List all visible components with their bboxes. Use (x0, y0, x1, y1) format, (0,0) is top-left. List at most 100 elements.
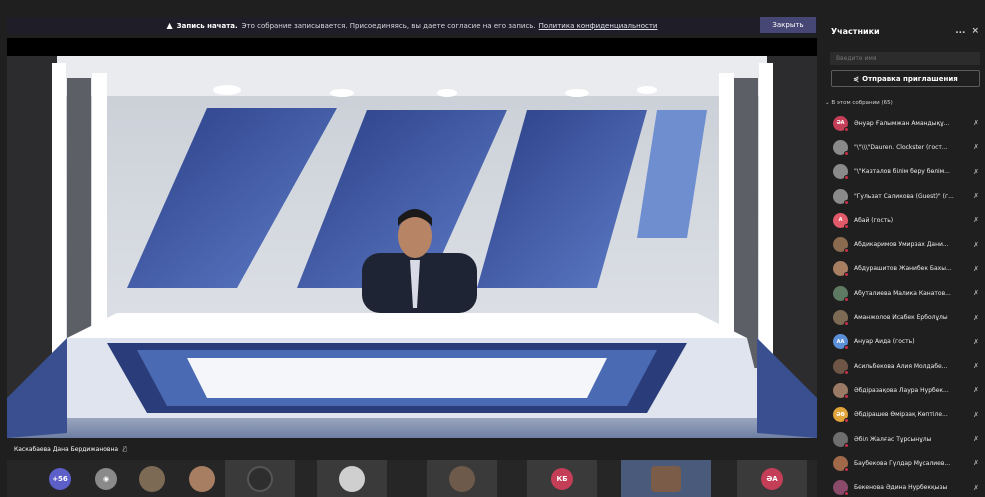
participant-name: Әнуар Ғалымжан Амандықұ... (854, 119, 950, 127)
avatar (833, 480, 849, 497)
presence-status-icon (844, 223, 849, 229)
overflow-tile[interactable]: +56 (45, 460, 75, 497)
participant-video-tile[interactable] (225, 460, 295, 497)
presence-status-icon (844, 466, 849, 472)
avatar (833, 285, 849, 302)
main-video-stage (7, 38, 817, 438)
participant-row[interactable]: Баубекова Гүлдар Мұсалиев... ✗ (820, 451, 985, 475)
panel-header: Участники ... × (820, 17, 985, 45)
participant-video-tile[interactable] (621, 460, 711, 497)
send-invite-label: Отправка приглашения (862, 74, 958, 83)
avatar (833, 382, 849, 399)
avatar: ӘА (833, 115, 849, 132)
participant-tile[interactable]: ◉ (91, 460, 121, 497)
mic-muted-icon: ✗ (973, 143, 979, 152)
mic-muted-icon: ✗ (973, 435, 979, 443)
participant-tile[interactable]: ӘА (737, 460, 807, 497)
participant-name: Аманжолов Исабек Ерболұлы (854, 314, 948, 322)
participant-strip: +56 ◉ КБ ӘА (7, 460, 817, 497)
avatar (833, 164, 849, 181)
presence-status-icon (844, 248, 849, 254)
participant-row[interactable]: Абдикаримов Умирзах Дани... ✗ (820, 232, 985, 256)
send-invite-button[interactable]: ⋞ Отправка приглашения (831, 70, 980, 87)
presence-status-icon (844, 442, 849, 448)
section-label: В этом собрании (65) (831, 100, 893, 106)
presence-status-icon (844, 345, 849, 351)
initials-avatar: ӘА (761, 467, 783, 490)
mic-muted-icon: ✗ (973, 289, 979, 298)
close-banner-button[interactable]: Закрыть (760, 17, 816, 33)
privacy-policy-link[interactable]: Политика конфиденциальности (539, 22, 658, 30)
recording-message: Это собрание записывается. Присоединяясь… (241, 21, 536, 30)
in-meeting-section[interactable]: ⌄ В этом собрании (65) (825, 100, 985, 106)
participant-name: Абуталиева Малика Канатов... (854, 289, 951, 297)
participant-row[interactable]: Абдурашитов Жанибек Бахы... ✗ (820, 257, 985, 281)
mic-muted-icon: ✗ (973, 313, 979, 322)
participant-name: Баубекова Гүлдар Мұсалиев... (854, 459, 951, 467)
participant-row[interactable]: "\"\\\"Dauren. Clockster (гост... ✗ (820, 135, 985, 159)
mic-muted-icon: ✗ (973, 459, 979, 468)
participant-name: "\"Казталов білім беру бөлім... (854, 168, 950, 176)
avatar (833, 431, 849, 448)
panel-title: Участники (831, 26, 880, 36)
avatar (833, 358, 849, 375)
presence-status-icon (844, 491, 849, 497)
avatar (339, 465, 365, 492)
avatar: ◉ (95, 467, 117, 490)
mic-muted-icon: ✗ (973, 362, 979, 371)
participant-video-tile[interactable] (317, 460, 387, 497)
participant-tile[interactable] (135, 460, 169, 497)
mic-muted-icon: ✗ (973, 167, 979, 176)
participant-name: Ануар Аида (гость) (854, 338, 915, 346)
warning-icon: ▲ (166, 21, 173, 30)
mic-muted-icon: ✗ (973, 410, 979, 419)
participant-name: Әбіл Жалғас Тұрсынұлы (854, 435, 932, 443)
participant-video-tile[interactable] (427, 460, 497, 497)
avatar (247, 465, 273, 492)
participant-name: Әбдірашев Өмірзақ Көптіле... (854, 411, 948, 419)
participant-search-input[interactable] (830, 52, 980, 65)
avatar (139, 465, 165, 492)
initials-avatar: КБ (551, 467, 573, 490)
participant-row[interactable]: Әбдіразақова Лаура Нурбек... ✗ (820, 378, 985, 402)
avatar (189, 465, 215, 492)
avatar: АА (833, 334, 849, 351)
participant-row[interactable]: "\"Казталов білім беру бөлім... ✗ (820, 160, 985, 184)
mic-muted-icon: ✗ (973, 192, 979, 201)
presence-status-icon (844, 175, 849, 181)
avatar (651, 465, 681, 492)
participant-row[interactable]: А Абай (гость) ✗ (820, 208, 985, 232)
close-icon[interactable]: × (971, 26, 979, 36)
avatar (833, 139, 849, 156)
recording-banner: ▲ Запись начата. Это собрание записывает… (7, 17, 817, 34)
mic-muted-icon: ✗ (973, 216, 979, 225)
avatar (833, 188, 849, 205)
participant-row[interactable]: АА Ануар Аида (гость) ✗ (820, 330, 985, 354)
participant-row[interactable]: ӘА Әнуар Ғалымжан Амандықұ... ✗ (820, 111, 985, 135)
participant-name: Абай (гость) (854, 216, 894, 224)
participant-name: Әбдіразақова Лаура Нурбек... (854, 386, 949, 394)
mic-muted-icon: ✗ (973, 386, 979, 395)
presence-status-icon (844, 393, 849, 399)
presence-status-icon (844, 272, 849, 278)
participant-name: Абдикаримов Умирзах Дани... (854, 241, 949, 249)
participant-row[interactable]: "Гульзат Саликова (Guest)" (г... ✗ (820, 184, 985, 208)
participant-tile[interactable]: КБ (527, 460, 597, 497)
participant-name: Асильбекова Алия Молдабе... (854, 362, 948, 370)
mic-muted-icon: ✗ (973, 119, 979, 128)
presence-status-icon (844, 199, 849, 205)
avatar (833, 237, 849, 254)
more-options-icon[interactable]: ... (955, 26, 965, 36)
participant-row[interactable]: Аманжолов Исабек Ерболұлы ✗ (820, 305, 985, 329)
participant-row[interactable]: Әбіл Жалғас Тұрсынұлы ✗ (820, 427, 985, 451)
participant-row[interactable]: ӘӨ Әбдірашев Өмірзақ Көптіле... ✗ (820, 403, 985, 427)
teams-meeting-window: ▲ Запись начата. Это собрание записывает… (0, 0, 985, 497)
avatar (833, 310, 849, 327)
participant-row[interactable]: Бекенова Әдина Нурбекқызы ✗ (820, 475, 985, 497)
participant-tile[interactable] (185, 460, 219, 497)
participant-row[interactable]: Асильбекова Алия Молдабе... ✗ (820, 354, 985, 378)
presence-status-icon (844, 418, 849, 424)
participant-row[interactable]: Абуталиева Малика Канатов... ✗ (820, 281, 985, 305)
participant-name: "\"\\\"Dauren. Clockster (гост... (854, 143, 948, 151)
share-icon: ⋞ (853, 74, 860, 83)
